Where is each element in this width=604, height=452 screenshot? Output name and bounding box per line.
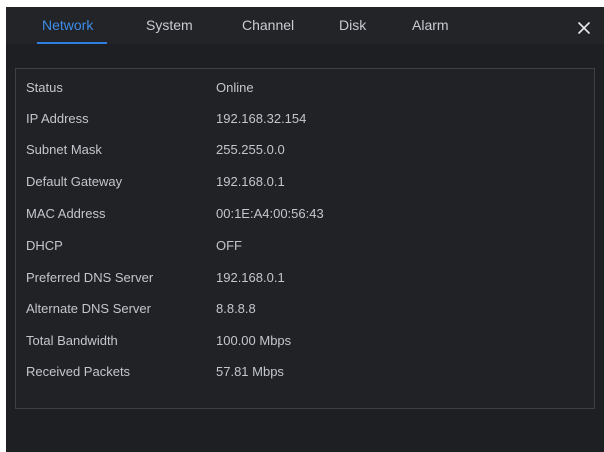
row-label: Subnet Mask (26, 142, 102, 157)
row-label: Alternate DNS Server (26, 301, 151, 316)
row-value: 192.168.0.1 (216, 270, 285, 285)
network-status-panel: Status Online IP Address 192.168.32.154 … (15, 68, 595, 409)
row-subnet-mask: Subnet Mask 255.255.0.0 (16, 135, 594, 166)
row-value: Online (216, 80, 254, 95)
row-status: Status Online (16, 73, 594, 104)
row-value: 192.168.0.1 (216, 174, 285, 189)
row-total-bandwidth: Total Bandwidth 100.00 Mbps (16, 326, 594, 357)
row-value: 57.81 Mbps (216, 364, 284, 379)
row-label: Preferred DNS Server (26, 270, 154, 285)
tab-disk[interactable]: Disk (339, 17, 366, 33)
row-mac-address: MAC Address 00:1E:A4:00:56:43 (16, 199, 594, 230)
row-label: DHCP (26, 238, 63, 253)
tab-channel[interactable]: Channel (242, 17, 294, 33)
row-value: OFF (216, 238, 242, 253)
row-label: Status (26, 80, 63, 95)
row-alternate-dns: Alternate DNS Server 8.8.8.8 (16, 294, 594, 325)
tab-network[interactable]: Network (42, 17, 93, 33)
network-info-dialog: Network System Channel Disk Alarm Status… (6, 7, 604, 452)
row-ip-address: IP Address 192.168.32.154 (16, 104, 594, 135)
row-value: 255.255.0.0 (216, 142, 285, 157)
row-default-gateway: Default Gateway 192.168.0.1 (16, 167, 594, 198)
close-icon[interactable] (578, 21, 590, 34)
row-value: 100.00 Mbps (216, 333, 292, 348)
row-dhcp: DHCP OFF (16, 231, 594, 262)
row-label: Default Gateway (26, 174, 123, 189)
tab-alarm[interactable]: Alarm (412, 17, 449, 33)
active-tab-indicator (37, 42, 107, 44)
row-value: 00:1E:A4:00:56:43 (216, 206, 324, 221)
row-value: 8.8.8.8 (216, 301, 256, 316)
row-label: MAC Address (26, 206, 106, 221)
tab-system[interactable]: System (146, 17, 193, 33)
row-preferred-dns: Preferred DNS Server 192.168.0.1 (16, 263, 594, 294)
tab-bar: Network System Channel Disk Alarm (6, 7, 604, 44)
row-label: Total Bandwidth (26, 333, 118, 348)
row-label: Received Packets (26, 364, 131, 379)
row-value: 192.168.32.154 (216, 111, 307, 126)
row-received-packets: Received Packets 57.81 Mbps (16, 357, 594, 388)
row-label: IP Address (26, 111, 89, 126)
